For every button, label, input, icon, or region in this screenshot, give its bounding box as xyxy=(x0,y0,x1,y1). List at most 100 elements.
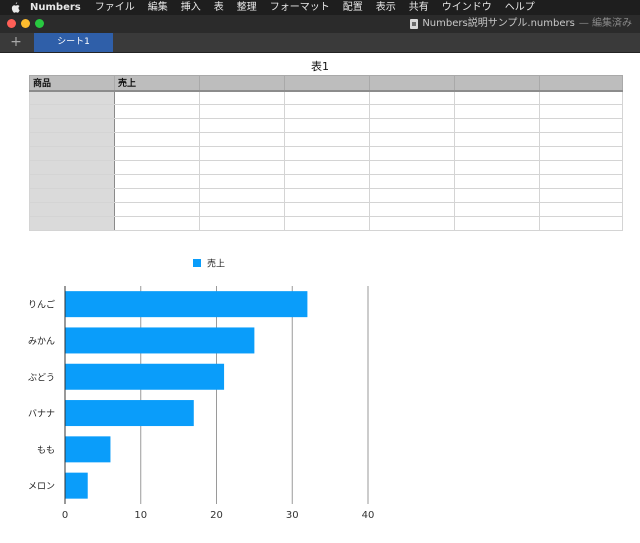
menu-help[interactable]: ヘルプ xyxy=(505,0,535,15)
table-cell[interactable] xyxy=(114,118,200,133)
table-cell[interactable] xyxy=(29,174,115,189)
bar[interactable] xyxy=(65,436,111,463)
table-cell[interactable] xyxy=(454,146,540,161)
table-cell[interactable] xyxy=(454,188,540,203)
table-cell[interactable] xyxy=(539,146,623,161)
menu-file[interactable]: ファイル xyxy=(95,0,135,15)
table-cell[interactable] xyxy=(199,104,285,119)
menu-insert[interactable]: 挿入 xyxy=(181,0,201,15)
table-cell[interactable] xyxy=(199,160,285,175)
menu-organize[interactable]: 整理 xyxy=(237,0,257,15)
table-cell[interactable] xyxy=(369,202,455,217)
table-cell[interactable] xyxy=(369,118,455,133)
minimize-window-button[interactable] xyxy=(21,19,30,28)
table-cell[interactable] xyxy=(284,216,370,231)
table-cell[interactable] xyxy=(29,118,115,133)
table-cell[interactable] xyxy=(29,188,115,203)
table-cell[interactable] xyxy=(454,216,540,231)
menu-edit[interactable]: 編集 xyxy=(148,0,168,15)
table-header-cell[interactable]: 売上 xyxy=(114,75,200,91)
table-header-cell[interactable] xyxy=(284,75,370,91)
menu-app-name[interactable]: Numbers xyxy=(30,0,81,15)
tab-sheet-1[interactable]: シート1 xyxy=(34,33,113,52)
table-cell[interactable] xyxy=(199,188,285,203)
table-cell[interactable] xyxy=(539,174,623,189)
table-cell[interactable] xyxy=(29,146,115,161)
table-cell[interactable] xyxy=(539,104,623,119)
bar-chart[interactable]: 売上 0 10 20 30 40 りんごみかんぶどうバナナももメロン xyxy=(0,250,640,540)
bar[interactable] xyxy=(65,400,194,427)
table-cell[interactable] xyxy=(369,146,455,161)
table-cell[interactable] xyxy=(29,132,115,147)
table-cell[interactable] xyxy=(454,104,540,119)
bar[interactable] xyxy=(65,472,88,499)
table-cell[interactable] xyxy=(539,160,623,175)
table-cell[interactable] xyxy=(29,216,115,231)
table-cell[interactable] xyxy=(369,188,455,203)
table-cell[interactable] xyxy=(114,202,200,217)
bar[interactable] xyxy=(65,363,225,390)
table-cell[interactable] xyxy=(199,90,285,105)
table-cell[interactable] xyxy=(199,174,285,189)
table-cell[interactable] xyxy=(539,216,623,231)
table-cell[interactable] xyxy=(199,146,285,161)
add-sheet-button[interactable]: + xyxy=(9,33,23,52)
table-cell[interactable] xyxy=(29,104,115,119)
table-cell[interactable] xyxy=(114,104,200,119)
bar[interactable] xyxy=(65,291,308,318)
table-cell[interactable] xyxy=(454,118,540,133)
table-header-cell[interactable] xyxy=(454,75,540,91)
table-cell[interactable] xyxy=(454,202,540,217)
table-cell[interactable] xyxy=(114,160,200,175)
data-table[interactable]: 商品 売上 xyxy=(29,75,623,231)
table-cell[interactable] xyxy=(454,132,540,147)
menu-format[interactable]: フォーマット xyxy=(270,0,330,15)
bar[interactable] xyxy=(65,327,255,354)
table-cell[interactable] xyxy=(369,160,455,175)
table-cell[interactable] xyxy=(29,202,115,217)
table-cell[interactable] xyxy=(284,146,370,161)
table-cell[interactable] xyxy=(284,202,370,217)
table-cell[interactable] xyxy=(454,160,540,175)
table-cell[interactable] xyxy=(539,202,623,217)
table-cell[interactable] xyxy=(199,202,285,217)
table-cell[interactable] xyxy=(284,174,370,189)
table-cell[interactable] xyxy=(369,104,455,119)
menu-view[interactable]: 表示 xyxy=(376,0,396,15)
table-cell[interactable] xyxy=(454,90,540,105)
table-cell[interactable] xyxy=(539,90,623,105)
table-title[interactable]: 表1 xyxy=(0,58,640,74)
table-cell[interactable] xyxy=(114,146,200,161)
table-cell[interactable] xyxy=(284,132,370,147)
table-header-cell[interactable] xyxy=(539,75,623,91)
table-cell[interactable] xyxy=(284,104,370,119)
table-cell[interactable] xyxy=(539,132,623,147)
table-cell[interactable] xyxy=(284,90,370,105)
table-header-cell[interactable]: 商品 xyxy=(29,75,115,91)
table-cell[interactable] xyxy=(539,118,623,133)
document-title[interactable]: Numbers説明サンプル.numbers — 編集済み xyxy=(410,15,632,33)
zoom-window-button[interactable] xyxy=(35,19,44,28)
close-window-button[interactable] xyxy=(7,19,16,28)
table-cell[interactable] xyxy=(29,160,115,175)
table-cell[interactable] xyxy=(199,132,285,147)
table-cell[interactable] xyxy=(284,188,370,203)
menu-share[interactable]: 共有 xyxy=(409,0,429,15)
table-cell[interactable] xyxy=(284,118,370,133)
table-cell[interactable] xyxy=(454,174,540,189)
table-cell[interactable] xyxy=(114,216,200,231)
table-cell[interactable] xyxy=(369,216,455,231)
table-cell[interactable] xyxy=(199,216,285,231)
apple-menu[interactable] xyxy=(0,2,30,13)
table-cell[interactable] xyxy=(114,188,200,203)
menu-table[interactable]: 表 xyxy=(214,0,224,15)
table-cell[interactable] xyxy=(199,118,285,133)
table-header-cell[interactable] xyxy=(369,75,455,91)
table-header-cell[interactable] xyxy=(199,75,285,91)
table-cell[interactable] xyxy=(369,174,455,189)
table-cell[interactable] xyxy=(284,160,370,175)
table-cell[interactable] xyxy=(369,90,455,105)
table-cell[interactable] xyxy=(114,132,200,147)
table-cell[interactable] xyxy=(539,188,623,203)
table-cell[interactable] xyxy=(114,90,200,105)
